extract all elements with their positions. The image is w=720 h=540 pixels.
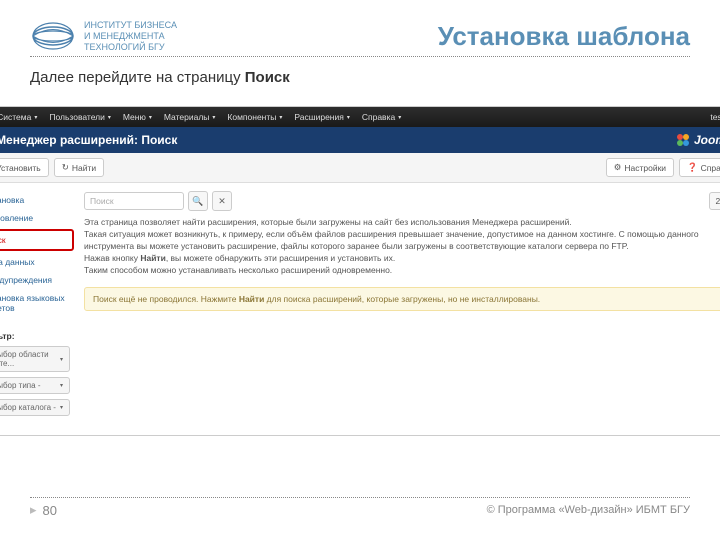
settings-button[interactable]: ⚙Настройки — [606, 158, 674, 177]
help-button[interactable]: ❓Справка — [679, 158, 720, 177]
header-divider — [30, 56, 690, 57]
help-line-2: Такая ситуация может возникнуть, к приме… — [84, 229, 720, 253]
refresh-icon: ↻ — [62, 162, 69, 173]
menu-system[interactable]: Система ▾ — [0, 112, 37, 122]
page-title: Менеджер расширений: Поиск — [0, 133, 177, 147]
instruction-prefix: Далее перейдите на страницу — [30, 69, 245, 86]
filter-catalog-select[interactable]: - Выбор каталога -▾ — [0, 399, 70, 416]
slide-title: Установка шаблона — [438, 21, 690, 52]
filter-type-select[interactable]: - Выбор типа -▾ — [0, 377, 70, 394]
toolbar: ⬆Установить ↻Найти ⚙Настройки ❓Справка — [0, 153, 720, 183]
warning-alert: Поиск ещё не проводился. Нажмите Найти д… — [84, 287, 720, 311]
chevron-down-icon: ▾ — [60, 404, 63, 411]
site-name[interactable]: test_site — [710, 112, 720, 122]
logo-text-3: ТЕХНОЛОГИЙ БГУ — [84, 42, 177, 53]
logo-text-1: ИНСТИТУТ БИЗНЕСА — [84, 20, 177, 31]
filter-site-select[interactable]: - Выбор области систе...▾ — [0, 346, 70, 372]
sidebar-item-warnings[interactable]: Предупреждения — [0, 271, 70, 289]
page-size-select[interactable]: 20 — [709, 192, 720, 210]
install-button[interactable]: ⬆Установить — [0, 158, 49, 177]
chevron-down-icon: ▾ — [60, 382, 63, 389]
menu-users[interactable]: Пользователи ▾ — [49, 112, 111, 122]
help-icon: ❓ — [687, 162, 698, 173]
search-submit-button[interactable]: 🔍 — [188, 191, 208, 211]
gear-icon: ⚙ — [614, 162, 622, 173]
menu-menu[interactable]: Меню ▾ — [123, 112, 152, 122]
copyright: © Программа «Web-дизайн» ИБМТ БГУ — [487, 504, 690, 516]
footer-divider — [30, 497, 690, 498]
chevron-down-icon: ▾ — [60, 356, 63, 363]
sidebar-item-langpacks[interactable]: Установка языковых пакетов — [0, 289, 70, 317]
filter-heading: Фильтр: — [0, 331, 70, 341]
search-clear-button[interactable]: ✕ — [212, 191, 232, 211]
help-line-3: Таким способом можно устанавливать неско… — [84, 265, 720, 277]
joomla-brand: Joomla! — [676, 133, 720, 147]
joomla-admin-screenshot: ✦ Система ▾ Пользователи ▾ Меню ▾ Матери… — [0, 106, 720, 436]
close-icon: ✕ — [218, 196, 226, 207]
search-input[interactable]: Поиск — [84, 192, 184, 210]
menu-components[interactable]: Компоненты ▾ — [227, 112, 282, 122]
sidebar-item-install[interactable]: Установка — [0, 191, 70, 209]
page-number: ▸80 — [30, 502, 57, 518]
instruction-bold: Поиск — [245, 69, 290, 86]
help-line-1: Эта страница позволяет найти расширения,… — [84, 217, 720, 229]
menu-help[interactable]: Справка ▾ — [362, 112, 401, 122]
logo-text-2: И МЕНЕДЖМЕНТА — [84, 31, 177, 42]
instruction-text: Далее перейдите на страницу Поиск — [30, 69, 690, 86]
help-text: Эта страница позволяет найти расширения,… — [84, 217, 720, 276]
sidebar-item-database[interactable]: База данных — [0, 253, 70, 271]
menu-materials[interactable]: Материалы ▾ — [164, 112, 216, 122]
help-line-2b: Нажав кнопку Найти, вы можете обнаружить… — [84, 253, 720, 265]
find-button[interactable]: ↻Найти — [54, 158, 104, 177]
sidebar-item-update[interactable]: Обновление — [0, 209, 70, 227]
institute-logo: ИНСТИТУТ БИЗНЕСА И МЕНЕДЖМЕНТА ТЕХНОЛОГИ… — [30, 20, 177, 52]
menu-extensions[interactable]: Расширения ▾ — [294, 112, 349, 122]
search-icon: 🔍 — [192, 196, 203, 207]
sidebar: Установка Обновление Поиск База данных П… — [0, 191, 70, 421]
admin-top-menu: ✦ Система ▾ Пользователи ▾ Меню ▾ Матери… — [0, 107, 720, 127]
sidebar-item-search[interactable]: Поиск — [0, 229, 74, 251]
